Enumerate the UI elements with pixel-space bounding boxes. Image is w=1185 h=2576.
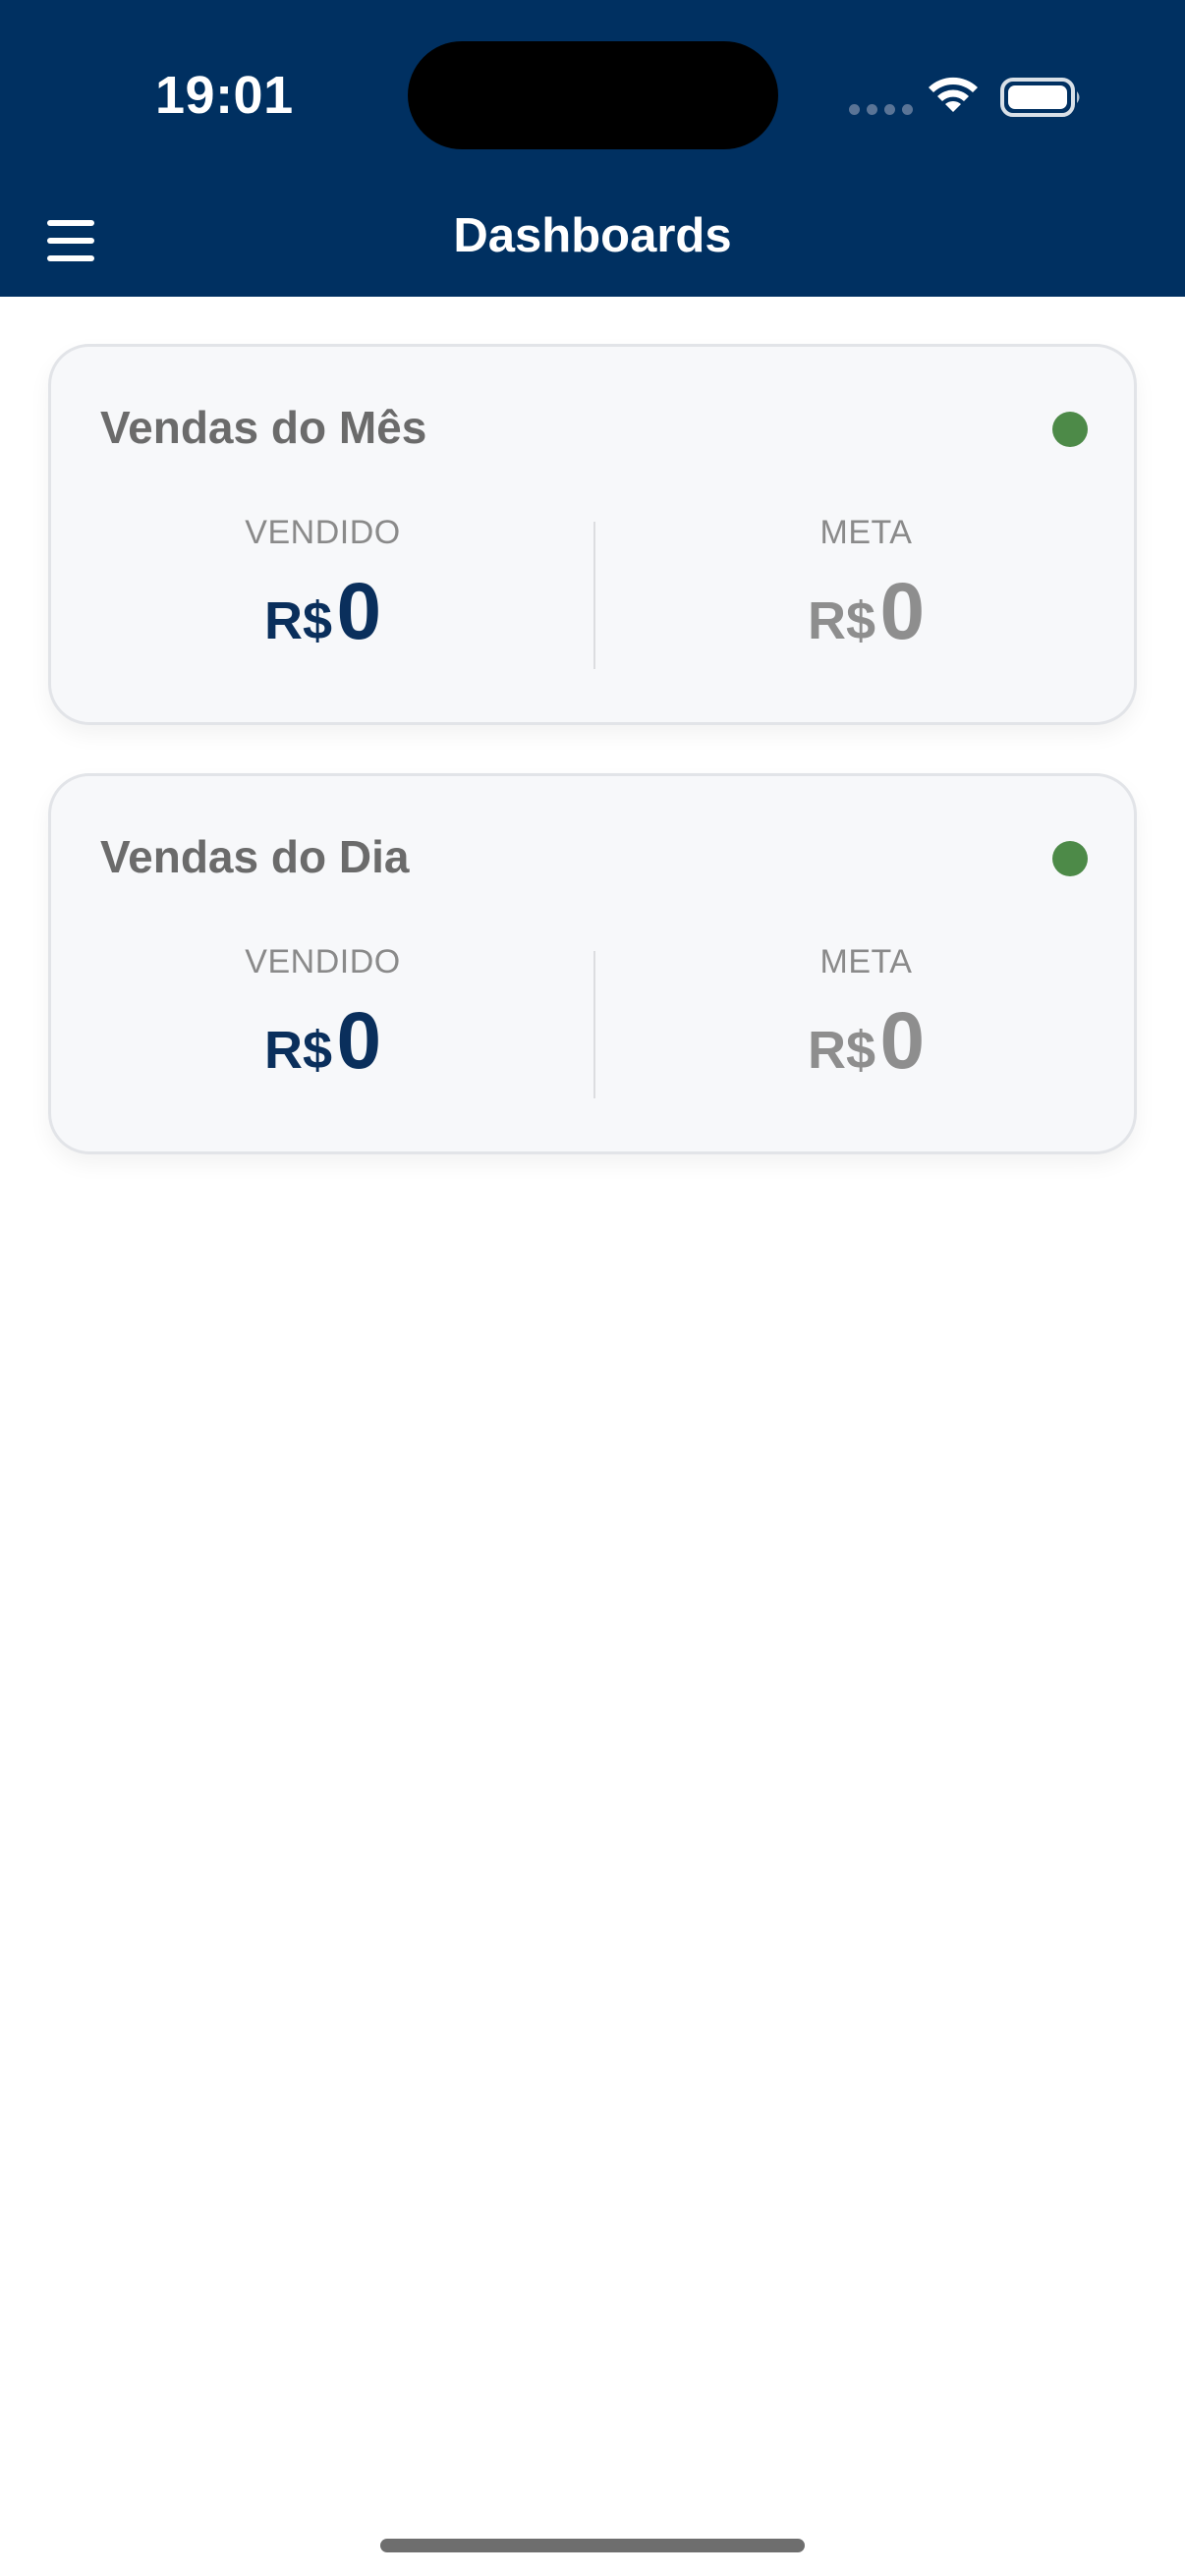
dashboards-screen: 19:01 Dashboards Vendas do Mês VENDIDO R… — [0, 0, 1185, 2576]
goal-value: R$ 0 — [594, 995, 1138, 1088]
goal-amount: 0 — [879, 567, 926, 656]
goal-label: META — [819, 514, 913, 551]
top-bar: 19:01 Dashboards — [0, 0, 1185, 297]
goal-column: META R$ 0 — [594, 943, 1138, 1088]
sold-amount: 0 — [336, 996, 382, 1086]
sales-month-card[interactable]: Vendas do Mês VENDIDO R$ 0 META R$ 0 — [48, 344, 1137, 725]
status-time: 19:01 — [155, 66, 294, 125]
sold-label: VENDIDO — [245, 943, 401, 980]
goal-value: R$ 0 — [594, 566, 1138, 658]
wifi-icon — [929, 77, 978, 112]
currency-symbol: R$ — [807, 1021, 875, 1080]
home-indicator[interactable] — [380, 2539, 805, 2552]
sold-value: R$ 0 — [51, 566, 594, 658]
battery-icon — [1000, 78, 1080, 117]
sold-label: VENDIDO — [245, 514, 401, 551]
status-dot — [1052, 412, 1088, 447]
goal-column: META R$ 0 — [594, 514, 1138, 658]
currency-symbol: R$ — [807, 591, 875, 650]
sold-column: VENDIDO R$ 0 — [51, 943, 594, 1088]
status-dot — [1052, 841, 1088, 876]
sold-column: VENDIDO R$ 0 — [51, 514, 594, 658]
sold-value: R$ 0 — [51, 995, 594, 1088]
dynamic-island — [408, 41, 778, 149]
currency-symbol: R$ — [263, 1021, 332, 1080]
goal-amount: 0 — [879, 996, 926, 1086]
card-title: Vendas do Mês — [100, 402, 427, 453]
page-title: Dashboards — [453, 209, 732, 262]
signal-icon — [849, 104, 913, 115]
currency-symbol: R$ — [263, 591, 332, 650]
sold-amount: 0 — [336, 567, 382, 656]
card-title: Vendas do Dia — [100, 831, 410, 882]
sales-day-card[interactable]: Vendas do Dia VENDIDO R$ 0 META R$ 0 — [48, 773, 1137, 1154]
goal-label: META — [819, 943, 913, 980]
